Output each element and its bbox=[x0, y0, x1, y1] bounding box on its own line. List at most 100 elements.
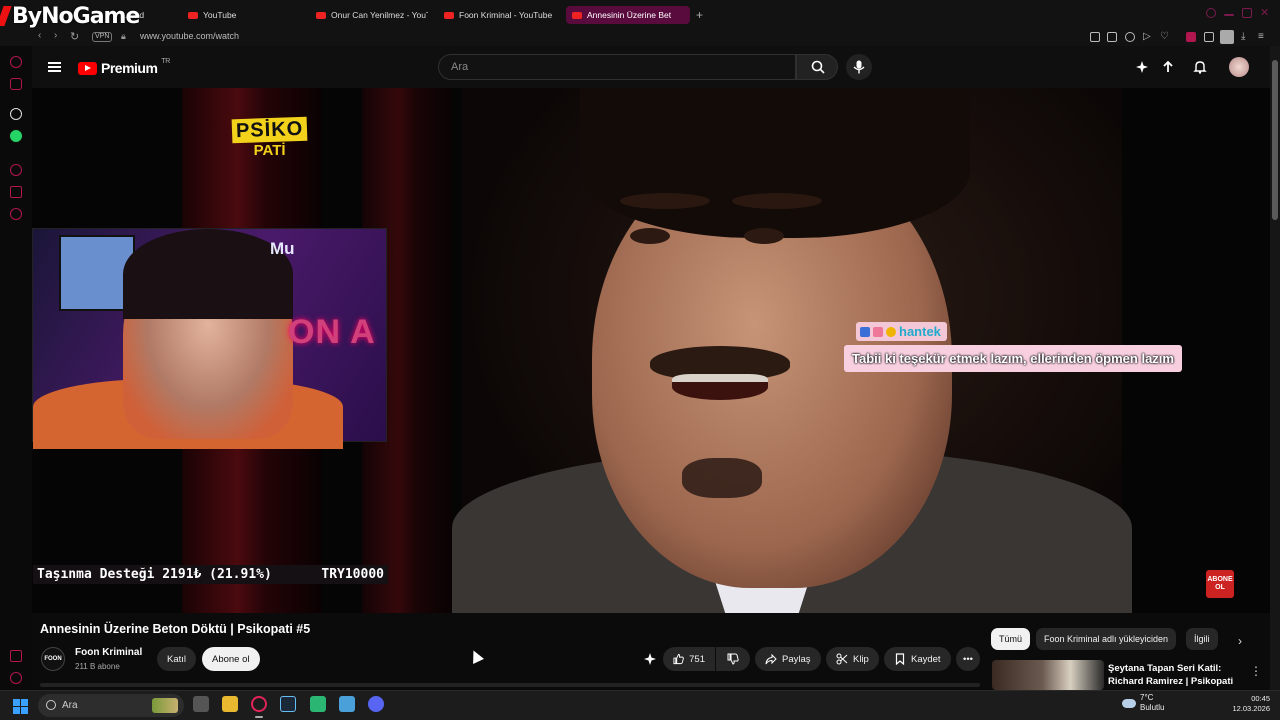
account-avatar[interactable] bbox=[1229, 57, 1249, 77]
youtube-play-icon bbox=[78, 61, 97, 75]
like-button[interactable]: 751 bbox=[663, 647, 715, 671]
join-button[interactable]: Katıl bbox=[157, 647, 197, 671]
sidebar-history-icon[interactable] bbox=[10, 164, 22, 176]
heart-icon[interactable]: ♡ bbox=[1160, 32, 1170, 42]
minimize-icon[interactable] bbox=[1224, 14, 1234, 16]
stream-logo: ByNoGame bbox=[0, 2, 140, 30]
upload-icon[interactable] bbox=[1161, 60, 1175, 74]
sidebar-more-icon[interactable] bbox=[10, 650, 22, 662]
chevron-right-icon[interactable]: › bbox=[1238, 634, 1242, 648]
join-label: Katıl bbox=[167, 653, 187, 665]
notifications-bell-icon[interactable] bbox=[1193, 60, 1207, 74]
steam-icon[interactable] bbox=[280, 696, 296, 712]
block-icon[interactable] bbox=[1125, 32, 1135, 42]
country-code: TR bbox=[161, 58, 170, 65]
more-actions-button[interactable]: ••• bbox=[956, 647, 980, 671]
play-icon[interactable]: ▷ bbox=[1143, 32, 1153, 42]
chat-overlay: hantek Tabii ki teşekür etmek lazım, ell… bbox=[844, 322, 1182, 372]
create-sparkle-icon[interactable] bbox=[1135, 60, 1149, 74]
task-view-icon[interactable] bbox=[193, 696, 209, 712]
tab-label: Onur Can Yenilmez - YouT bbox=[331, 10, 428, 20]
hamburger-menu-icon[interactable] bbox=[48, 62, 61, 72]
download-icon[interactable]: ⤓ bbox=[1241, 32, 1251, 42]
app-settings-icon[interactable] bbox=[339, 696, 355, 712]
sidebar-info-icon[interactable] bbox=[10, 672, 22, 684]
channel-avatar[interactable]: FOON bbox=[41, 647, 65, 671]
extension-active-icon[interactable] bbox=[1186, 32, 1196, 42]
sidebar-whatsapp-icon[interactable] bbox=[10, 130, 22, 142]
subscribe-watermark[interactable]: ABONE OL bbox=[1206, 570, 1234, 598]
chip-label: Tümü bbox=[999, 634, 1023, 644]
chip-all[interactable]: Tümü bbox=[991, 628, 1031, 650]
channel-name[interactable]: Foon Kriminal bbox=[75, 647, 142, 658]
scissors-icon bbox=[836, 653, 848, 665]
sidebar-messenger-icon[interactable] bbox=[10, 56, 22, 68]
speaker-beard bbox=[682, 458, 762, 498]
search-highlight-icon bbox=[152, 698, 178, 713]
scrollbar-thumb[interactable] bbox=[1272, 60, 1278, 220]
sidebar-settings-icon[interactable] bbox=[10, 208, 22, 220]
page-scrollbar[interactable] bbox=[1270, 46, 1280, 690]
recommendation-thumbnail[interactable] bbox=[992, 660, 1104, 690]
lock-icon[interactable]: 🔒︎ bbox=[121, 31, 126, 42]
weather-temp: 7°C bbox=[1140, 693, 1154, 702]
more-horizontal-icon: ••• bbox=[963, 653, 973, 665]
youtube-favicon-icon bbox=[316, 11, 326, 19]
close-window-icon[interactable]: ✕ bbox=[1260, 8, 1270, 19]
active-app-indicator bbox=[255, 716, 263, 718]
tab-onur-can[interactable]: Onur Can Yenilmez - YouT bbox=[316, 6, 428, 24]
sidebar-shop-icon[interactable] bbox=[10, 78, 22, 90]
chip-from-uploader[interactable]: Foon Kriminal adlı yükleyiciden bbox=[1036, 628, 1177, 650]
sidebar-chatgpt-icon[interactable] bbox=[10, 108, 22, 120]
opera-gx-icon[interactable] bbox=[251, 696, 267, 712]
speaker-mouth bbox=[672, 374, 768, 400]
more-vertical-icon[interactable]: ⋮ bbox=[1250, 664, 1262, 678]
recommendation-title[interactable]: Şeytana Tapan Seri Katil: Richard Ramire… bbox=[1108, 662, 1243, 688]
discord-icon[interactable] bbox=[368, 696, 384, 712]
new-tab-button[interactable]: + bbox=[696, 8, 703, 22]
url-field[interactable]: www.youtube.com/watch bbox=[140, 31, 239, 41]
video-player[interactable]: PSİKO PATİ ON A Mu Taşınma Desteği 2191₺… bbox=[32, 88, 1270, 613]
taskbar-search[interactable]: Ara bbox=[38, 694, 184, 717]
search-icon bbox=[46, 700, 56, 710]
share-label: Paylaş bbox=[782, 653, 811, 665]
search-icon bbox=[811, 60, 825, 74]
reload-icon[interactable]: ↻ bbox=[70, 30, 79, 43]
tab-youtube[interactable]: YouTube bbox=[188, 6, 308, 24]
search-input[interactable]: Ara bbox=[438, 54, 796, 80]
webcam-overlay: ON A Mu Taşınma Desteği 2191₺ (21.91%) T… bbox=[32, 228, 388, 584]
tab-label: YouTube bbox=[203, 10, 237, 20]
extensions-icon[interactable] bbox=[1204, 32, 1214, 42]
file-explorer-icon[interactable] bbox=[222, 696, 238, 712]
share-button[interactable]: Paylaş bbox=[755, 647, 821, 671]
save-button[interactable]: Kaydet bbox=[884, 647, 951, 671]
search-tabs-icon[interactable] bbox=[1206, 8, 1216, 18]
clip-button[interactable]: Klip bbox=[826, 647, 879, 671]
profile-avatar[interactable] bbox=[1220, 30, 1234, 44]
voice-search-button[interactable] bbox=[846, 54, 872, 80]
tab-label: Foon Kriminal - YouTube bbox=[459, 10, 553, 20]
search-button[interactable] bbox=[796, 54, 838, 80]
vpn-badge[interactable]: VPN bbox=[92, 32, 113, 42]
tab-foon-kriminal[interactable]: Foon Kriminal - YouTube bbox=[444, 6, 560, 24]
weather-widget[interactable]: 7°C Bulutlu bbox=[1140, 693, 1164, 713]
app-green-icon[interactable] bbox=[310, 696, 326, 712]
sidebar-downloads-icon[interactable] bbox=[10, 186, 22, 198]
logo-slash-icon bbox=[0, 6, 12, 26]
microphone-icon bbox=[853, 60, 865, 74]
taskbar-search-label: Ara bbox=[62, 700, 78, 711]
windows-start-icon[interactable] bbox=[13, 699, 28, 714]
tab-active-video[interactable]: Annesinin Üzerine Bet bbox=[566, 6, 690, 24]
forward-icon[interactable]: › bbox=[54, 30, 57, 41]
pin-icon[interactable] bbox=[1090, 32, 1100, 42]
ask-ai-sparkle-icon[interactable] bbox=[643, 652, 657, 666]
menu-icon[interactable]: ≡ bbox=[1258, 32, 1268, 42]
back-icon[interactable]: ‹ bbox=[38, 30, 41, 41]
youtube-logo[interactable]: Premium TR bbox=[78, 58, 170, 76]
dislike-button[interactable] bbox=[716, 647, 750, 671]
chip-related[interactable]: İlgili bbox=[1186, 628, 1218, 650]
system-clock[interactable]: 00:45 12.03.2026 bbox=[1228, 694, 1270, 714]
maximize-icon[interactable] bbox=[1242, 8, 1252, 18]
subscribe-button[interactable]: Abone ol bbox=[202, 647, 260, 671]
screenshot-icon[interactable] bbox=[1107, 32, 1117, 42]
